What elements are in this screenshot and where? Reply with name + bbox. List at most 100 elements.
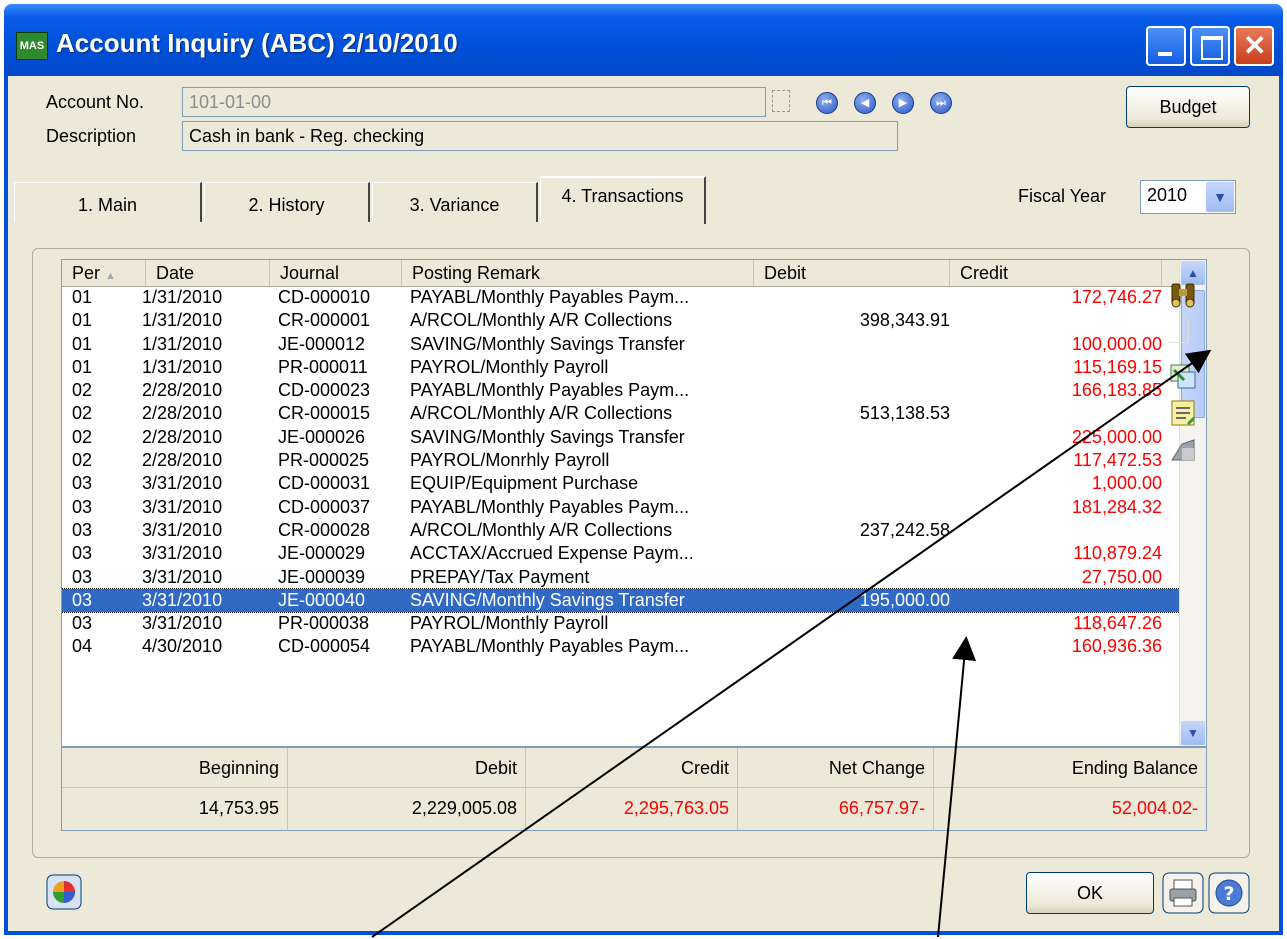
cell-journal: CR-000001	[278, 310, 371, 331]
cell-posting-remark: SAVING/Monthly Savings Transfer	[410, 426, 685, 447]
cell-journal: CR-000028	[278, 519, 371, 540]
cell-posting-remark: EQUIP/Equipment Purchase	[410, 473, 639, 494]
tab-history[interactable]: 2. History	[204, 182, 370, 222]
maximize-icon	[1201, 36, 1223, 60]
cell-date: 3/31/2010	[142, 613, 223, 634]
ending-balance-value: 52,004.02-	[1111, 798, 1198, 818]
account-no-field[interactable]: 101-01-00	[182, 87, 766, 117]
cell-date: 2/28/2010	[142, 426, 223, 447]
cell-posting-remark: A/RCOL/Monthly A/R Collections	[410, 403, 673, 424]
cell-credit: 117,472.53	[1073, 450, 1162, 471]
cell-journal: CD-000010	[278, 287, 371, 307]
cell-date: 1/31/2010	[142, 356, 223, 377]
minimize-icon	[1158, 52, 1172, 56]
cell-posting-remark: SAVING/Monthly Savings Transfer	[410, 333, 685, 354]
printer-icon[interactable]	[1162, 872, 1204, 914]
table-row[interactable]: 03 3/31/2010 JE-000029 ACCTAX/Accrued Expen…	[62, 542, 1182, 565]
cell-date: 3/31/2010	[142, 519, 223, 540]
column-header-per[interactable]: Per ▲	[62, 260, 146, 286]
table-row[interactable]: 01 1/31/2010 CD-000010 PAYABL/Monthly Payab…	[62, 286, 1182, 309]
minimize-button[interactable]	[1146, 26, 1186, 66]
totals-summary: Beginning Debit Credit Net Change Ending…	[61, 747, 1207, 831]
close-icon: ✕	[1243, 30, 1267, 61]
tab-main[interactable]: 1. Main	[14, 182, 202, 222]
cell-per: 03	[72, 566, 93, 587]
cell-per: 02	[72, 450, 93, 471]
tab-variance[interactable]: 3. Variance	[372, 182, 538, 222]
cell-posting-remark: PAYROL/Monthly Payroll	[410, 613, 609, 634]
cell-per: 03	[72, 496, 93, 517]
grid-rows: 01 1/31/2010 CD-000010 PAYABL/Monthly Payab…	[62, 286, 1183, 659]
account-inquiry-window: MAS Account Inquiry (ABC) 2/10/2010 ✕ Ac…	[4, 4, 1283, 935]
table-row[interactable]: 03 3/31/2010 CD-000031 EQUIP/Equipment Purc…	[62, 472, 1182, 495]
table-row[interactable]: 04 4/30/2010 CD-000054 PAYABL/Monthly Payab…	[62, 635, 1182, 658]
transactions-grid[interactable]: Per ▲ Date Journal Posting Remark Debit …	[61, 259, 1207, 747]
last-record-icon[interactable]: ⏭	[930, 92, 952, 114]
description-field[interactable]: Cash in bank - Reg. checking	[182, 121, 898, 151]
column-header-debit[interactable]: Debit	[754, 260, 950, 286]
cell-debit: 398,343.91	[859, 310, 950, 331]
cell-per: 03	[72, 543, 93, 564]
drill-down-icon[interactable]	[1168, 362, 1198, 392]
table-row[interactable]: 03 3/31/2010 CD-000037 PAYABL/Monthly Payab…	[62, 496, 1182, 519]
help-icon[interactable]: ?	[1208, 872, 1250, 914]
table-row[interactable]: 01 1/31/2010 CR-000001 A/RCOL/Monthly A/R C…	[62, 309, 1182, 332]
table-row[interactable]: 03 3/31/2010 JE-000039 PREPAY/Tax Payment 27…	[62, 566, 1182, 589]
column-header-posting-remark[interactable]: Posting Remark	[402, 260, 754, 286]
ok-button[interactable]: OK	[1026, 872, 1154, 914]
table-row[interactable]: 01 1/31/2010 PR-000011 PAYROL/Monthly Payro…	[62, 356, 1182, 379]
table-row[interactable]: 02 2/28/2010 PR-000025 PAYROL/Monrhly Payro…	[62, 449, 1182, 472]
table-row[interactable]: 03 3/31/2010 JE-000040 SAVING/Monthly Savin…	[62, 587, 1183, 614]
cell-date: 1/31/2010	[142, 333, 223, 354]
next-record-icon[interactable]: ▶	[892, 92, 914, 114]
net-change-label: Net Change	[738, 748, 934, 788]
cell-journal: JE-000029	[278, 543, 366, 564]
cell-journal: JE-000012	[278, 333, 366, 354]
cell-per: 01	[72, 356, 93, 377]
fiscal-year-value: 2010	[1147, 185, 1188, 205]
cell-credit: 110,879.24	[1073, 543, 1162, 564]
title-bar[interactable]: MAS Account Inquiry (ABC) 2/10/2010 ✕	[4, 4, 1283, 76]
table-row[interactable]: 03 3/31/2010 CR-000028 A/RCOL/Monthly A/R C…	[62, 519, 1182, 542]
print-preview-icon[interactable]	[1168, 434, 1198, 464]
chevron-down-icon[interactable]: ▼	[1206, 182, 1234, 212]
fiscal-year-select[interactable]: 2010 ▼	[1140, 180, 1236, 214]
cell-posting-remark: ACCTAX/Accrued Expense Paym...	[410, 543, 694, 564]
memo-icon[interactable]	[1168, 398, 1198, 428]
lookup-icon[interactable]	[772, 90, 790, 112]
table-row[interactable]: 02 2/28/2010 JE-000026 SAVING/Monthly Savin…	[62, 426, 1182, 449]
tab-transactions[interactable]: 4. Transactions	[540, 176, 706, 224]
credit-total-label: Credit	[526, 748, 738, 788]
column-header-date[interactable]: Date	[146, 260, 270, 286]
transactions-panel: Per ▲ Date Journal Posting Remark Debit …	[32, 248, 1250, 858]
table-row[interactable]: 02 2/28/2010 CR-000015 A/RCOL/Monthly A/R C…	[62, 402, 1182, 425]
previous-record-icon[interactable]: ◀	[854, 92, 876, 114]
binoculars-find-icon[interactable]	[1168, 280, 1198, 310]
column-header-credit[interactable]: Credit	[950, 260, 1162, 286]
table-row[interactable]: 01 1/31/2010 JE-000012 SAVING/Monthly Savin…	[62, 333, 1182, 356]
cell-date: 2/28/2010	[142, 403, 223, 424]
budget-button[interactable]: Budget	[1126, 86, 1250, 128]
cell-journal: JE-000026	[278, 426, 366, 447]
sort-ascending-icon: ▲	[105, 270, 116, 282]
maximize-button[interactable]	[1190, 26, 1230, 66]
cell-per: 01	[72, 287, 93, 307]
cell-date: 3/31/2010	[142, 496, 223, 517]
table-row[interactable]: 02 2/28/2010 CD-000023 PAYABL/Monthly Payab…	[62, 379, 1182, 402]
cell-posting-remark: PAYABL/Monthly Payables Paym...	[410, 496, 690, 517]
cell-credit: 160,936.36	[1071, 636, 1162, 657]
cell-debit: 195,000.00	[859, 589, 950, 610]
close-button[interactable]: ✕	[1234, 26, 1274, 66]
table-row[interactable]: 03 3/31/2010 PR-000038 PAYROL/Monthly Payro…	[62, 612, 1182, 635]
cell-date: 3/31/2010	[142, 566, 223, 587]
ending-balance-label: Ending Balance	[934, 748, 1206, 788]
grid-header: Per ▲ Date Journal Posting Remark Debit …	[62, 260, 1182, 287]
cell-posting-remark: PAYABL/Monthly Payables Paym...	[410, 287, 690, 307]
first-record-icon[interactable]: ⏮	[816, 92, 838, 114]
debit-total-label: Debit	[288, 748, 526, 788]
column-header-journal[interactable]: Journal	[270, 260, 402, 286]
cell-per: 03	[72, 519, 93, 540]
cell-per: 04	[72, 636, 93, 657]
assistant-icon[interactable]	[46, 874, 82, 910]
scroll-down-icon[interactable]: ▼	[1181, 721, 1205, 745]
